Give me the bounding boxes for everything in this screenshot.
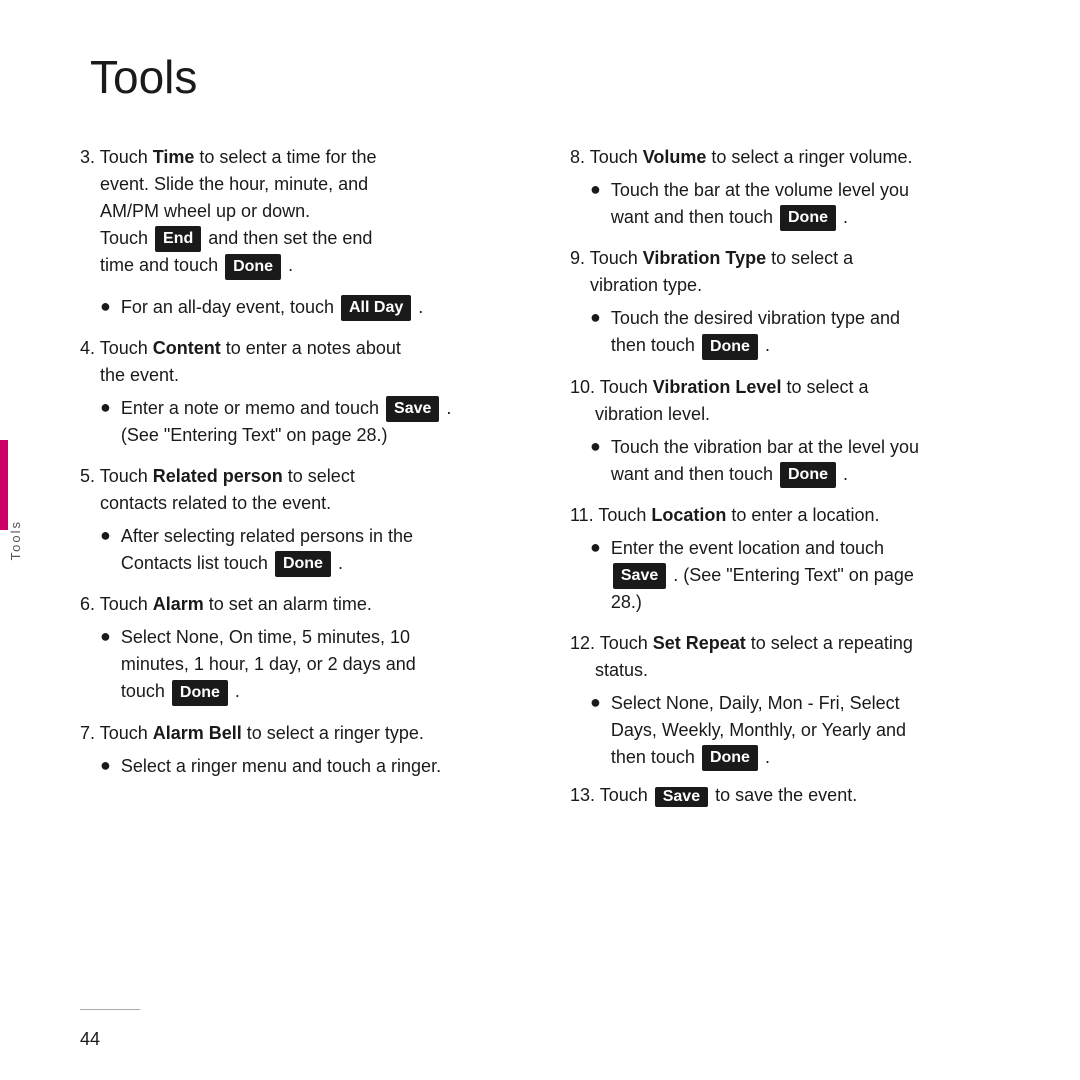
bullet-dot-7: ● (590, 307, 601, 359)
item-7: 7. Touch Alarm Bell to select a ringer t… (80, 720, 530, 747)
item-8-bold: Volume (643, 147, 707, 167)
bullet-contacts-text: After selecting related persons in theCo… (121, 523, 413, 577)
item-12-number: 12. Touch (570, 633, 653, 653)
bullet-dot-8: ● (590, 436, 601, 488)
item-8-number: 8. Touch (570, 147, 643, 167)
sidebar-label-text: Tools (8, 520, 23, 560)
item-7-number: 7. Touch (80, 723, 153, 743)
item-11-text: to enter a location. (726, 505, 879, 525)
badge-save-3: Save (655, 787, 708, 807)
item-10-bold: Vibration Level (653, 377, 782, 397)
item-7-text: to select a ringer type. (242, 723, 424, 743)
bullet-vib-type-text: Touch the desired vibration type andthen… (611, 305, 900, 359)
page-title: Tools (90, 50, 1020, 104)
item-6: 6. Touch Alarm to set an alarm time. (80, 591, 530, 618)
bullet-alarm-select-text: Select None, On time, 5 minutes, 10minut… (121, 624, 416, 705)
item-12: 12. Touch Set Repeat to select a repeati… (570, 630, 1020, 684)
item-6-bold: Alarm (153, 594, 204, 614)
badge-save-2: Save (613, 563, 666, 589)
bullet-dot-6: ● (590, 179, 601, 231)
badge-done-7: Done (702, 745, 758, 771)
content-area: 3. Touch Time to select a time for the e… (80, 144, 1020, 1030)
item-9: 9. Touch Vibration Type to select a vibr… (570, 245, 1020, 299)
sidebar-label-container: Tools (0, 440, 30, 640)
item-5-number: 5. Touch (80, 466, 153, 486)
item-9-number: 9. Touch (570, 248, 643, 268)
bullet-vib-level-text: Touch the vibration bar at the level you… (611, 434, 919, 488)
item-4-bold: Content (153, 338, 221, 358)
bullet-dot-1: ● (100, 296, 111, 321)
badge-done-6: Done (780, 462, 836, 488)
item-4: 4. Touch Content to enter a notes about … (80, 335, 530, 389)
item-11-number: 11. Touch (570, 505, 651, 525)
badge-done-5: Done (702, 334, 758, 360)
item-3: 3. Touch Time to select a time for the e… (80, 144, 530, 280)
item-12-bold: Set Repeat (653, 633, 746, 653)
bullet-all-day: ● For an all-day event, touch All Day . (80, 294, 530, 321)
bullet-contacts: ● After selecting related persons in the… (80, 523, 530, 577)
item-5: 5. Touch Related person to select contac… (80, 463, 530, 517)
page-container: Tools Tools 3. Touch Time to select a ti… (0, 0, 1080, 1080)
item-3-bold: Time (153, 147, 195, 167)
left-column: 3. Touch Time to select a time for the e… (80, 144, 530, 1030)
item-13: 13. Touch Save to save the event. (570, 785, 1020, 806)
item-8: 8. Touch Volume to select a ringer volum… (570, 144, 1020, 171)
item-4-number: 4. Touch (80, 338, 153, 358)
bullet-vib-type: ● Touch the desired vibration type andth… (570, 305, 1020, 359)
divider-line (80, 1009, 140, 1010)
bullet-dot-4: ● (100, 626, 111, 705)
bullet-location-text: Enter the event location and touchSave .… (611, 535, 914, 616)
bullet-repeat: ● Select None, Daily, Mon - Fri, SelectD… (570, 690, 1020, 771)
page-number: 44 (80, 1029, 100, 1050)
item-6-number: 6. Touch (80, 594, 153, 614)
item-5-bold: Related person (153, 466, 283, 486)
item-11: 11. Touch Location to enter a location. (570, 502, 1020, 529)
bullet-note-text: Enter a note or memo and touch Save .(Se… (121, 395, 452, 449)
bullet-location: ● Enter the event location and touchSave… (570, 535, 1020, 616)
item-10-number: 10. Touch (570, 377, 653, 397)
badge-all-day: All Day (341, 295, 411, 321)
item-8-text: to select a ringer volume. (706, 147, 912, 167)
item-10: 10. Touch Vibration Level to select a vi… (570, 374, 1020, 428)
badge-done-1: Done (225, 254, 281, 280)
bullet-dot-3: ● (100, 525, 111, 577)
badge-done-2: Done (275, 551, 331, 577)
item-3-number: 3. Touch (80, 147, 153, 167)
bullet-ringer-text: Select a ringer menu and touch a ringer. (121, 753, 441, 780)
bullet-dot-2: ● (100, 397, 111, 449)
bullet-volume: ● Touch the bar at the volume level youw… (570, 177, 1020, 231)
right-column: 8. Touch Volume to select a ringer volum… (570, 144, 1020, 1030)
item-9-bold: Vibration Type (643, 248, 766, 268)
badge-done-4: Done (780, 205, 836, 231)
badge-save-1: Save (386, 396, 439, 422)
bullet-dot-5: ● (100, 755, 111, 780)
bullet-dot-9: ● (590, 537, 601, 616)
bullet-repeat-text: Select None, Daily, Mon - Fri, SelectDay… (611, 690, 906, 771)
bullet-vib-level: ● Touch the vibration bar at the level y… (570, 434, 1020, 488)
item-13-number: 13. Touch Save to save the event. (570, 785, 857, 805)
bullet-all-day-text: For an all-day event, touch All Day . (121, 294, 423, 321)
badge-end: End (155, 226, 201, 252)
item-11-bold: Location (651, 505, 726, 525)
bullet-volume-text: Touch the bar at the volume level youwan… (611, 177, 909, 231)
item-6-text: to set an alarm time. (204, 594, 372, 614)
bullet-note: ● Enter a note or memo and touch Save .(… (80, 395, 530, 449)
bullet-alarm-select: ● Select None, On time, 5 minutes, 10min… (80, 624, 530, 705)
bullet-dot-10: ● (590, 692, 601, 771)
badge-done-3: Done (172, 680, 228, 706)
item-7-bold: Alarm Bell (153, 723, 242, 743)
bullet-ringer: ● Select a ringer menu and touch a ringe… (80, 753, 530, 780)
